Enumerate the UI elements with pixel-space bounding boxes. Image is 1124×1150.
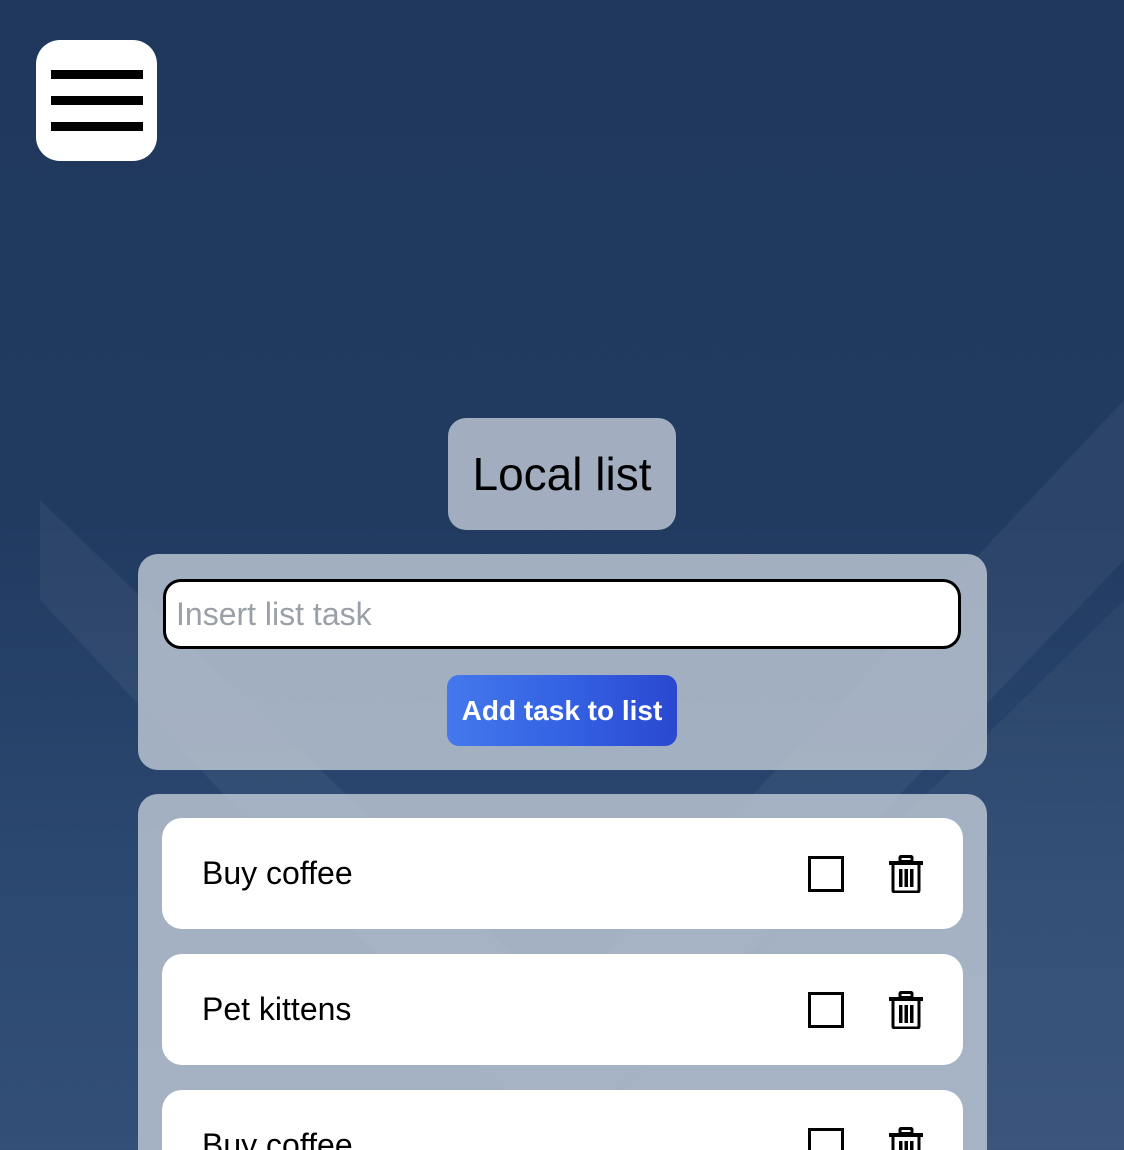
list-item: Buy coffee [162,818,963,929]
trash-icon[interactable] [889,855,923,893]
add-task-button[interactable]: Add task to list [447,675,677,746]
checkbox-icon[interactable] [808,1128,844,1150]
checkbox-icon[interactable] [808,856,844,892]
page-title: Local list [472,448,652,500]
task-label: Buy coffee [202,1127,353,1150]
trash-icon[interactable] [889,1127,923,1150]
task-input[interactable] [163,579,961,649]
task-list-panel: Buy coffee Pet kittens Buy coffee [138,794,987,1150]
list-title-box: Local list [448,418,676,530]
trash-icon[interactable] [889,991,923,1029]
task-label: Buy coffee [202,855,353,891]
hamburger-menu-icon [50,69,143,131]
list-item: Pet kittens [162,954,963,1065]
list-item: Buy coffee [162,1090,963,1150]
task-form-panel: Add task to list [138,554,987,770]
menu-button[interactable] [36,40,157,161]
task-label: Pet kittens [202,991,352,1027]
checkbox-icon[interactable] [808,992,844,1028]
